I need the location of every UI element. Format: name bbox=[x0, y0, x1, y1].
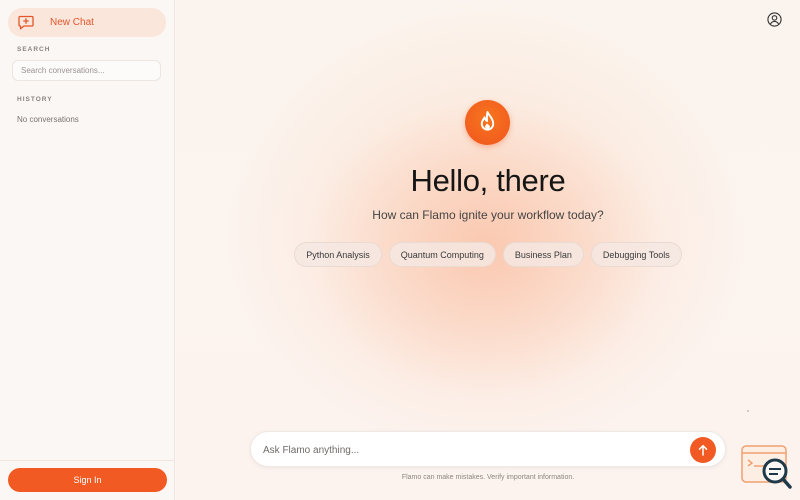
decorative-dot bbox=[747, 410, 749, 412]
flame-icon bbox=[480, 111, 495, 131]
history-empty-text: No conversations bbox=[17, 115, 79, 124]
suggestion-chips: Python Analysis Quantum Computing Busine… bbox=[176, 242, 800, 267]
sign-in-button[interactable]: Sign In bbox=[8, 468, 167, 492]
suggestion-chip[interactable]: Debugging Tools bbox=[590, 242, 682, 267]
send-button[interactable] bbox=[690, 437, 716, 463]
suggestion-chip[interactable]: Python Analysis bbox=[294, 242, 382, 267]
disclaimer-text: Flamo can make mistakes. Verify importan… bbox=[401, 474, 575, 481]
greeting-subline: How can Flamo ignite your workflow today… bbox=[372, 208, 604, 222]
sidebar: New Chat SEARCH HISTORY No conversations bbox=[0, 0, 175, 500]
main-area: Hello, there How can Flamo ignite your w… bbox=[176, 0, 800, 500]
search-section-title: SEARCH bbox=[17, 46, 51, 53]
search-overlay-icon[interactable] bbox=[740, 444, 792, 490]
search-input[interactable] bbox=[12, 60, 161, 81]
greeting-headline: Hello, there bbox=[410, 163, 566, 198]
arrow-up-icon bbox=[698, 444, 708, 456]
message-composer bbox=[250, 431, 726, 467]
user-icon[interactable] bbox=[767, 12, 782, 27]
flamo-logo bbox=[465, 100, 510, 145]
new-chat-label: New Chat bbox=[50, 17, 94, 28]
message-input[interactable] bbox=[263, 441, 683, 459]
history-section-title: HISTORY bbox=[17, 96, 53, 103]
new-chat-button[interactable]: New Chat bbox=[8, 8, 166, 37]
suggestion-chip[interactable]: Business Plan bbox=[502, 242, 584, 267]
new-chat-icon bbox=[18, 15, 34, 30]
suggestion-chip[interactable]: Quantum Computing bbox=[388, 242, 496, 267]
